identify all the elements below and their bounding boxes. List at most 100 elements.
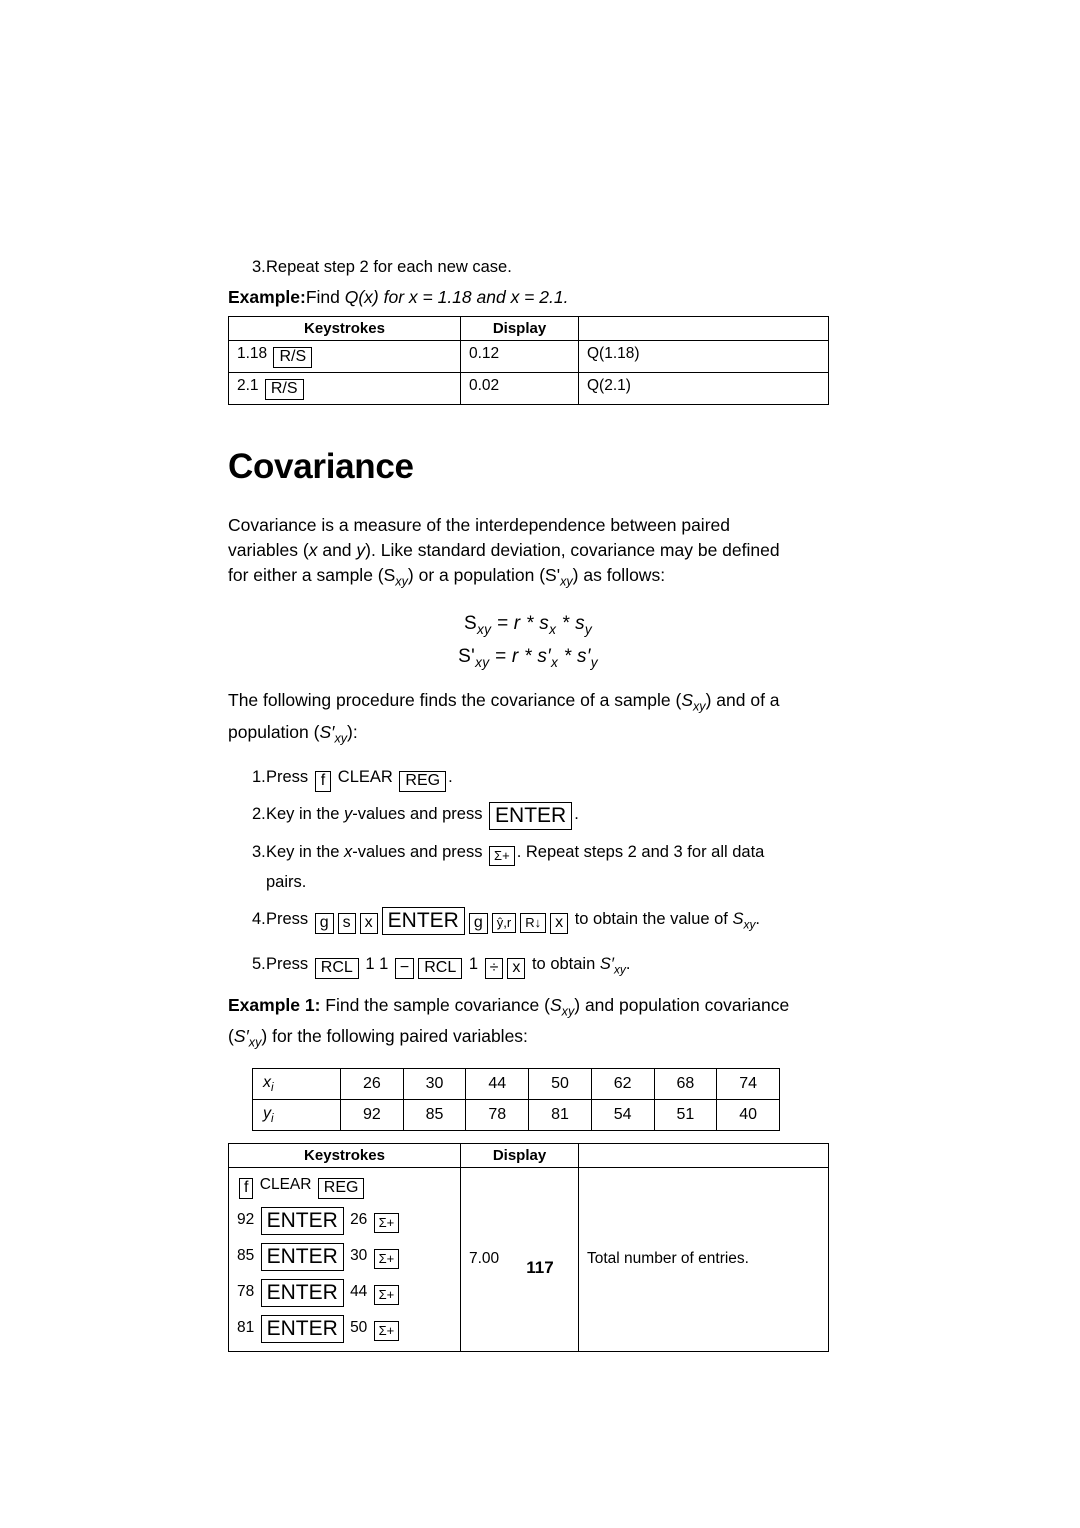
formula2-sub: xy — [475, 655, 490, 671]
label-x: x — [263, 1073, 271, 1091]
key-f[interactable]: f — [314, 771, 332, 793]
key-reg[interactable]: REG — [399, 771, 447, 793]
page-title: Covariance — [228, 447, 414, 486]
x-entry: 50 — [350, 1318, 368, 1336]
proc-l1-s: S — [681, 690, 693, 711]
step-2-b: -values and press — [352, 805, 488, 824]
key-divide[interactable]: ÷ — [484, 958, 504, 980]
page-number: 117 — [526, 1258, 554, 1277]
formula2-rest: = r * s′ — [489, 646, 552, 668]
key-sigma-plus[interactable]: Σ+ — [489, 846, 515, 867]
header-keystrokes: Keystrokes — [228, 1142, 461, 1168]
procedure-intro: The following procedure finds the covari… — [228, 688, 828, 751]
key-reg[interactable]: REG — [317, 1177, 365, 1199]
step-3: 3. Key in the x-values and press Σ+. Rep… — [228, 840, 828, 894]
key-rcl[interactable]: RCL — [314, 958, 359, 980]
key-rs[interactable]: R/S — [273, 347, 313, 368]
example1-paragraph: Example 1: Find the sample covariance (S… — [228, 993, 828, 1056]
procedure-steps: 1. Press f CLEAR REG. 2. Key in the y-va… — [228, 765, 828, 985]
data-row-x: xi 26 30 44 50 62 68 74 — [252, 1067, 780, 1100]
step-5-sxy-sub: xy — [613, 962, 626, 977]
key-f[interactable]: f — [239, 1177, 254, 1199]
formula2-rest2: * s′ — [558, 646, 591, 668]
note-cell: Q(2.1) — [578, 372, 829, 405]
label-x-sub: i — [271, 1081, 274, 1094]
keystroke-cell-entry: 81 ENTER 50 Σ+ — [228, 1310, 461, 1352]
example1-line-2: (S′xy) for the following paired variable… — [228, 1024, 828, 1056]
key-enter[interactable]: ENTER — [260, 1278, 344, 1307]
example1-l1b: ) and population covariance — [574, 994, 790, 1015]
key-enter[interactable]: ENTER — [260, 1206, 344, 1235]
proc-l1-sub: xy — [693, 699, 706, 714]
formula-population: S'xy = r * s′x * s′y — [228, 646, 828, 670]
step-3-a: Key in the — [266, 843, 344, 862]
formula2-s: S' — [458, 646, 476, 668]
intro-l3-c: ) as follows: — [572, 565, 666, 585]
keystroke-cell-entry: 78 ENTER 44 Σ+ — [228, 1274, 461, 1311]
key-enter[interactable]: ENTER — [489, 802, 573, 831]
key-g[interactable]: g — [314, 913, 334, 935]
key-minus[interactable]: − — [394, 958, 415, 980]
example1-l2b: ) for the following paired variables: — [261, 1026, 528, 1047]
step-4-sxy-sub: xy — [743, 917, 756, 932]
x-value: 74 — [716, 1067, 780, 1100]
display-cell: 0.12 — [460, 340, 579, 373]
page-content: 3. Repeat step 2 for each new case. Exam… — [228, 255, 829, 1352]
header-display: Display — [460, 1142, 579, 1168]
y-entry: 81 — [237, 1318, 255, 1336]
example-q-symbol: Q — [344, 287, 359, 307]
step-3-body: Key in the x-values and press Σ+. Repeat… — [266, 840, 828, 894]
key-sigma-plus[interactable]: Σ+ — [373, 1284, 400, 1305]
example-q-text2: (x) for x = 1.18 and x = 2.1. — [358, 287, 569, 307]
intro-l2-b: and — [317, 540, 357, 560]
header-blank — [578, 316, 829, 341]
label-y-sub: i — [271, 1112, 274, 1125]
step-4-body: Press g s x ENTER g ŷ,r R↓ x to obtain the valu… — [266, 904, 828, 939]
display-cell: 0.02 — [460, 372, 579, 405]
key-rs[interactable]: R/S — [264, 379, 304, 400]
data-row-y-label: yi — [252, 1098, 341, 1131]
entry-value: 1.18 — [237, 345, 268, 362]
key-rcl[interactable]: RCL — [418, 958, 463, 980]
top-step-number: 3. — [252, 258, 266, 276]
keystroke-cell: 2.1 R/S — [228, 372, 461, 405]
key-s[interactable]: s — [337, 913, 356, 935]
key-yhat-r[interactable]: ŷ,r — [491, 913, 517, 934]
x-value: 68 — [653, 1067, 718, 1100]
key-g[interactable]: g — [468, 913, 488, 935]
step-4-press: Press — [266, 910, 313, 929]
proc-l2-s: S′ — [319, 721, 335, 742]
keystroke-cell-entry: 92 ENTER 26 Σ+ — [228, 1202, 461, 1239]
example1-spxy: S′ — [233, 1026, 249, 1047]
key-x-bar[interactable]: x — [359, 913, 378, 935]
step-1-clear: CLEAR — [333, 768, 398, 787]
y-entry: 78 — [237, 1282, 255, 1300]
keystrokes-table-example1: Keystrokes Display f CLEAR REG 7.00 Tota… — [228, 1142, 829, 1352]
step-2-var-y: y — [343, 805, 353, 824]
top-step-text: Repeat step 2 for each new case. — [266, 258, 512, 276]
step-5-number: 5. — [252, 955, 266, 974]
header-keystrokes: Keystrokes — [228, 316, 461, 341]
step-5-1: 1 — [464, 955, 483, 974]
paired-data-table: xi 26 30 44 50 62 68 74 yi 92 85 78 81 5… — [252, 1067, 780, 1131]
step-3-c: . Repeat steps 2 and 3 for all data — [516, 843, 765, 862]
key-x-exchange[interactable]: x — [550, 913, 569, 935]
key-sigma-plus[interactable]: Σ+ — [373, 1212, 400, 1233]
x-value: 50 — [528, 1067, 592, 1100]
key-sigma-plus[interactable]: Σ+ — [373, 1320, 400, 1341]
key-roll-down[interactable]: R↓ — [520, 913, 547, 934]
data-row-y: yi 92 85 78 81 54 51 40 — [252, 1098, 780, 1131]
step-3-var-x: x — [343, 843, 353, 862]
proc-l1-b: ) and of a — [705, 690, 780, 711]
y-value: 92 — [340, 1098, 404, 1131]
procedure-line-1: The following procedure finds the covari… — [228, 688, 828, 720]
key-enter[interactable]: ENTER — [260, 1314, 344, 1343]
intro-var-y: y — [356, 540, 366, 560]
intro-l2-a: variables ( — [228, 540, 309, 560]
key-enter[interactable]: ENTER — [381, 907, 465, 936]
key-x-exchange[interactable]: x — [507, 958, 526, 980]
formula-sample: Sxy = r * sx * sy — [228, 613, 828, 637]
x-value: 26 — [340, 1067, 404, 1100]
example1-line-1: Example 1: Find the sample covariance (S… — [228, 993, 828, 1025]
example1-sxy-sub: xy — [561, 1004, 575, 1019]
